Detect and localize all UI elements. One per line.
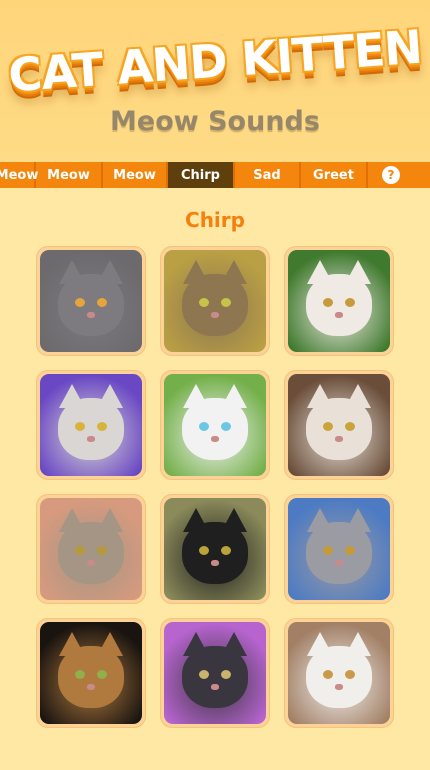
cat-photo — [288, 374, 390, 476]
cat-photo — [164, 250, 266, 352]
cat-photo — [40, 250, 142, 352]
tab-meow-2[interactable]: Meow — [36, 162, 103, 188]
cat-sound-card[interactable] — [284, 494, 394, 604]
cat-photo — [164, 374, 266, 476]
cat-sound-card[interactable] — [160, 494, 270, 604]
cat-sound-card[interactable] — [284, 370, 394, 480]
cat-sound-card[interactable] — [160, 370, 270, 480]
cat-photo — [40, 498, 142, 600]
cat-photo — [164, 622, 266, 724]
tab-sad[interactable]: Sad — [235, 162, 301, 188]
app-header: CAT AND KITTEN Meow Sounds — [0, 0, 430, 162]
help-icon[interactable]: ? — [382, 166, 400, 184]
cat-sound-card[interactable] — [36, 246, 146, 356]
cat-photo — [288, 498, 390, 600]
tab-meow-1[interactable]: Meow — [0, 162, 38, 188]
cat-sound-card[interactable] — [36, 618, 146, 728]
cat-sound-grid — [36, 246, 394, 728]
app-logo: CAT AND KITTEN — [6, 19, 424, 103]
tab-chirp[interactable]: Chirp — [168, 162, 235, 188]
cat-sound-card[interactable] — [160, 618, 270, 728]
cat-sound-card[interactable] — [36, 494, 146, 604]
section-title: Chirp — [185, 208, 245, 232]
cat-photo — [40, 374, 142, 476]
cat-sound-card[interactable] — [160, 246, 270, 356]
cat-photo — [164, 498, 266, 600]
tab-meow-3[interactable]: Meow — [103, 162, 168, 188]
cat-photo — [40, 622, 142, 724]
app-subtitle: Meow Sounds — [110, 106, 320, 137]
cat-sound-card[interactable] — [284, 618, 394, 728]
category-tab-bar: Meow Meow Meow Chirp Sad Greet ? — [0, 162, 430, 188]
cat-sound-card[interactable] — [284, 246, 394, 356]
cat-photo — [288, 622, 390, 724]
cat-photo — [288, 250, 390, 352]
cat-sound-card[interactable] — [36, 370, 146, 480]
tab-greet[interactable]: Greet — [301, 162, 368, 188]
